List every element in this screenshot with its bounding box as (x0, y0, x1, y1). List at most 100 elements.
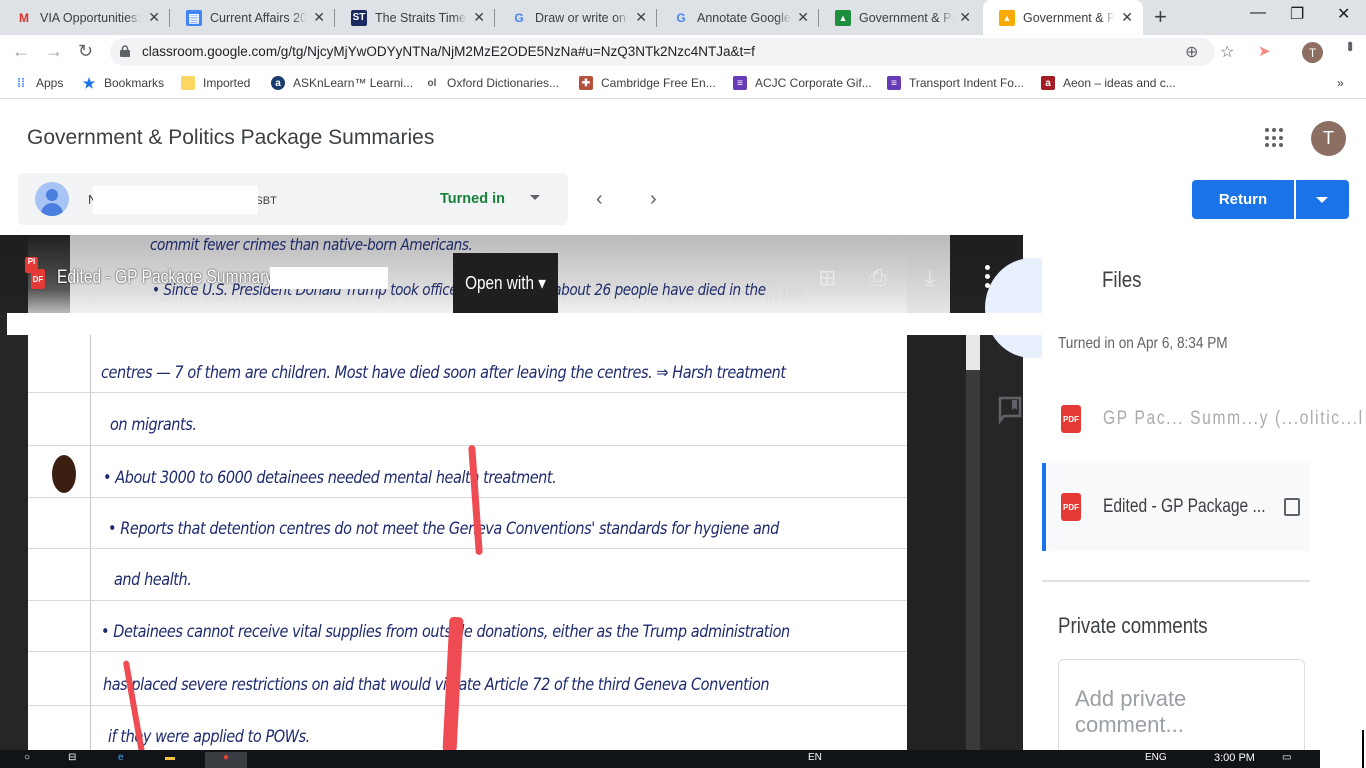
back-icon[interactable]: ← (12, 41, 30, 62)
close-tab-icon[interactable]: ✕ (959, 9, 971, 26)
ruled-line (28, 651, 907, 652)
forms-icon: ≡ (733, 76, 747, 90)
bookmark-aeon[interactable]: a Aeon – ideas and c... (1041, 76, 1176, 90)
straits-times-icon: ST (351, 9, 367, 26)
profile-avatar[interactable]: T (1302, 42, 1323, 63)
bookmark-bookmarks[interactable]: ★ Bookmarks (82, 75, 165, 91)
viewer-gutter (907, 335, 967, 750)
task-view-icon[interactable]: ⊟ (68, 752, 76, 768)
account-avatar[interactable]: T (1311, 121, 1346, 156)
tab-government-politics-active[interactable]: ▲ Government & Pol ✕ (983, 0, 1143, 35)
bookmark-asknlearn[interactable]: a ASKnLearn™ Learni... (271, 76, 413, 90)
ruled-line (28, 445, 907, 446)
handwritten-line: has placed severe restrictions on aid th… (103, 675, 770, 695)
ruled-line (28, 497, 907, 498)
comment-bank-icon[interactable] (998, 396, 1022, 424)
tab-title: Government & Pol (1023, 10, 1116, 25)
tab-draw-or-write[interactable]: G Draw or write on s ✕ (495, 0, 657, 35)
pdf-icon: PDF (1061, 493, 1081, 521)
bookmark-apps[interactable]: ⁞⁞ Apps (14, 76, 63, 90)
ruled-line (28, 548, 907, 549)
browser-menu-icon[interactable]: ••• (1340, 41, 1358, 49)
windows-taskbar: ○ ⊟ e ▬ ● EN ENG 3:00 PM ▭ (0, 750, 1366, 768)
next-student-button[interactable]: › (650, 188, 657, 211)
search-icon[interactable]: ○ (24, 752, 30, 768)
handwritten-line: and health. (114, 570, 192, 590)
internet-explorer-icon[interactable]: e (118, 752, 124, 768)
tab-annotate-google[interactable]: G Annotate Google D ✕ (657, 0, 819, 35)
close-tab-icon[interactable]: ✕ (313, 9, 325, 26)
file-explorer-icon[interactable]: ▬ (165, 752, 175, 768)
oxford-icon: ol (427, 77, 437, 89)
files-heading: Files (1102, 267, 1142, 292)
cambridge-icon: ✚ (579, 76, 593, 90)
open-external-icon (1284, 498, 1300, 516)
bookmark-label: Imported (203, 76, 251, 90)
language-indicator[interactable]: EN (808, 752, 822, 768)
restore-button[interactable]: ❐ (1290, 4, 1304, 24)
bookmark-imported[interactable]: Imported (181, 76, 250, 90)
google-icon: G (514, 10, 524, 25)
url-input[interactable] (142, 44, 1042, 59)
status-dropdown-icon[interactable] (530, 195, 540, 200)
reload-icon[interactable]: ↻ (78, 41, 93, 62)
viewer-scrollbar[interactable] (966, 335, 980, 750)
previous-student-button[interactable]: ‹ (596, 188, 603, 211)
screen-edge (1320, 730, 1366, 768)
google-apps-icon[interactable] (1265, 128, 1285, 148)
classroom-icon: ▲ (835, 9, 851, 26)
asknlearn-icon: a (271, 76, 285, 90)
handwritten-line: • Detainees cannot receive vital supplie… (101, 622, 790, 642)
close-tab-icon[interactable]: ✕ (797, 9, 809, 26)
download-icon[interactable]: ⤓ (925, 265, 935, 291)
pdf-viewer[interactable]: commit fewer crimes than native-born Ame… (0, 235, 1023, 750)
open-with-button[interactable]: Open with ▾ (453, 253, 558, 313)
return-options-dropdown[interactable] (1296, 180, 1349, 219)
extension-icon[interactable]: ➤ (1258, 42, 1271, 60)
new-tab-button[interactable]: + (1154, 4, 1167, 30)
open-in-new-window-button[interactable] (1270, 463, 1310, 551)
pdf-file-icon: PI DF (25, 257, 45, 291)
notification-icon[interactable]: ▭ (1282, 752, 1291, 768)
close-tab-icon[interactable]: ✕ (1121, 9, 1133, 26)
folder-icon (181, 76, 195, 90)
bookmark-label: Transport Indent Fo... (909, 76, 1024, 90)
close-window-button[interactable]: ✕ (1337, 4, 1350, 24)
bookmarks-overflow-button[interactable]: » (1337, 76, 1344, 90)
zoom-icon[interactable]: ⊕ (1185, 42, 1198, 62)
bookmark-star-icon[interactable]: ☆ (1220, 42, 1234, 62)
bookmark-label: Bookmarks (104, 76, 165, 90)
address-bar[interactable]: ⊕ ☆ (110, 38, 1234, 66)
file-name: Edited - GP Package ... (1103, 496, 1266, 517)
tab-via-opportunities[interactable]: M VIA Opportunities: ✕ (0, 0, 170, 35)
add-to-drive-icon[interactable]: ⊞ (818, 265, 836, 291)
forward-icon[interactable]: → (45, 41, 63, 62)
close-tab-icon[interactable]: ✕ (148, 9, 160, 26)
bookmark-cambridge[interactable]: ✚ Cambridge Free En... (579, 76, 716, 90)
close-tab-icon[interactable]: ✕ (473, 9, 485, 26)
bookmark-transport-indent[interactable]: ≡ Transport Indent Fo... (887, 76, 1024, 90)
tab-straits-times[interactable]: ST The Straits Times - ✕ (335, 0, 495, 35)
handwritten-line: • Reports that detention centres do not … (108, 519, 779, 539)
minimize-button[interactable]: — (1250, 4, 1266, 22)
print-icon[interactable]: ⎙ (869, 265, 887, 291)
taskbar-clock[interactable]: 3:00 PM (1214, 752, 1255, 764)
bookmark-oxford[interactable]: ol Oxford Dictionaries... (425, 76, 560, 90)
chrome-taskbar-icon[interactable]: ● (205, 752, 247, 768)
input-language[interactable]: ENG (1145, 752, 1167, 768)
redaction-band (7, 313, 1023, 335)
bookmark-acjc[interactable]: ≡ ACJC Corporate Gif... (733, 76, 872, 90)
tab-government-politics-1[interactable]: ▲ Government & Pol ✕ (819, 0, 981, 35)
bookmark-label: Apps (36, 76, 64, 90)
ruled-line (28, 600, 907, 601)
bookmark-label: Oxford Dictionaries... (447, 76, 560, 90)
file-item[interactable]: PDF GP Pac... Summ...y (...olitic...l (1042, 375, 1362, 463)
return-button[interactable]: Return (1192, 180, 1294, 219)
tab-title: Current Affairs 201 (210, 10, 308, 25)
tab-current-affairs[interactable]: ▤ Current Affairs 201 ✕ (170, 0, 335, 35)
tab-title: Draw or write on s (535, 10, 630, 25)
student-selector[interactable]: NSBT Turned in (18, 173, 568, 225)
close-tab-icon[interactable]: ✕ (635, 9, 647, 26)
private-comment-input[interactable] (1058, 659, 1305, 759)
scrollbar-thumb[interactable] (966, 335, 980, 370)
